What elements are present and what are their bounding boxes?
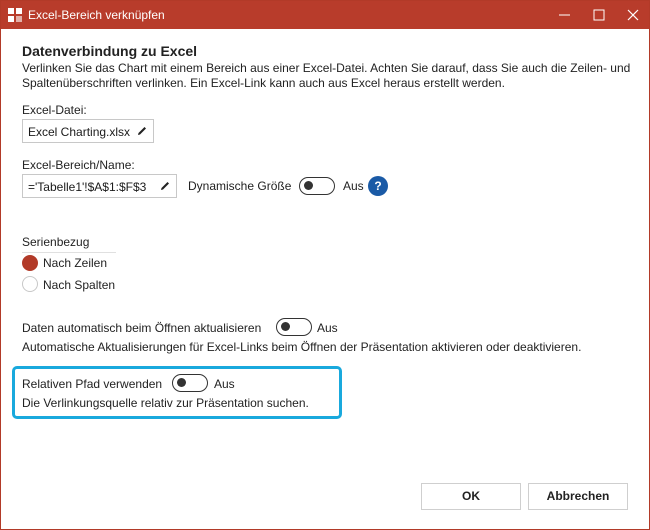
excel-file-value: Excel Charting.xlsx <box>28 125 131 139</box>
maximize-button[interactable] <box>583 1 615 29</box>
excel-range-value: ='Tabelle1'!$A$1:$F$3 <box>28 180 147 194</box>
series-label: Serienbezug <box>22 235 90 249</box>
auto-update-description: Automatische Aktualisierungen für Excel-… <box>22 340 582 354</box>
dialog-content: Datenverbindung zu Excel Verlinken Sie d… <box>1 29 649 529</box>
toggle-knob <box>281 322 290 331</box>
toggle-knob <box>304 181 313 190</box>
radio-by-columns-label[interactable]: Nach Spalten <box>43 278 115 292</box>
excel-range-field[interactable]: ='Tabelle1'!$A$1:$F$3 <box>22 174 177 198</box>
relative-path-state: Aus <box>214 377 235 391</box>
help-icon[interactable]: ? <box>368 176 388 196</box>
dynamic-size-state: Aus <box>343 179 364 193</box>
series-divider <box>22 252 116 253</box>
window-title: Excel-Bereich verknüpfen <box>28 8 165 22</box>
ok-button[interactable]: OK <box>421 483 521 510</box>
close-icon <box>627 9 639 21</box>
minimize-icon <box>559 14 570 16</box>
dynamic-size-label: Dynamische Größe <box>188 179 292 193</box>
maximize-icon <box>593 9 605 21</box>
radio-by-columns[interactable] <box>22 276 38 292</box>
auto-update-toggle[interactable] <box>276 318 312 336</box>
dialog-window: Excel-Bereich verknüpfen Datenverbindung… <box>0 0 650 530</box>
excel-file-label: Excel-Datei: <box>22 103 87 117</box>
app-icon <box>8 8 22 22</box>
relative-path-toggle[interactable] <box>172 374 208 392</box>
title-bar[interactable]: Excel-Bereich verknüpfen <box>1 1 649 29</box>
auto-update-state: Aus <box>317 321 338 335</box>
toggle-knob <box>177 378 186 387</box>
section-heading: Datenverbindung zu Excel <box>22 43 198 59</box>
relative-path-description: Die Verlinkungsquelle relativ zur Präsen… <box>22 396 309 410</box>
pencil-icon[interactable] <box>136 125 148 137</box>
section-description: Verlinken Sie das Chart mit einem Bereic… <box>22 61 631 90</box>
dynamic-size-toggle[interactable] <box>299 177 335 195</box>
minimize-button[interactable] <box>549 1 581 29</box>
excel-file-field[interactable]: Excel Charting.xlsx <box>22 119 154 143</box>
close-button[interactable] <box>617 1 649 29</box>
cancel-button[interactable]: Abbrechen <box>528 483 628 510</box>
pencil-icon[interactable] <box>159 180 171 192</box>
radio-by-rows-label[interactable]: Nach Zeilen <box>43 256 107 270</box>
auto-update-label: Daten automatisch beim Öffnen aktualisie… <box>22 321 262 335</box>
relative-path-label: Relativen Pfad verwenden <box>22 377 163 391</box>
excel-range-label: Excel-Bereich/Name: <box>22 158 135 172</box>
radio-by-rows[interactable] <box>22 255 38 271</box>
